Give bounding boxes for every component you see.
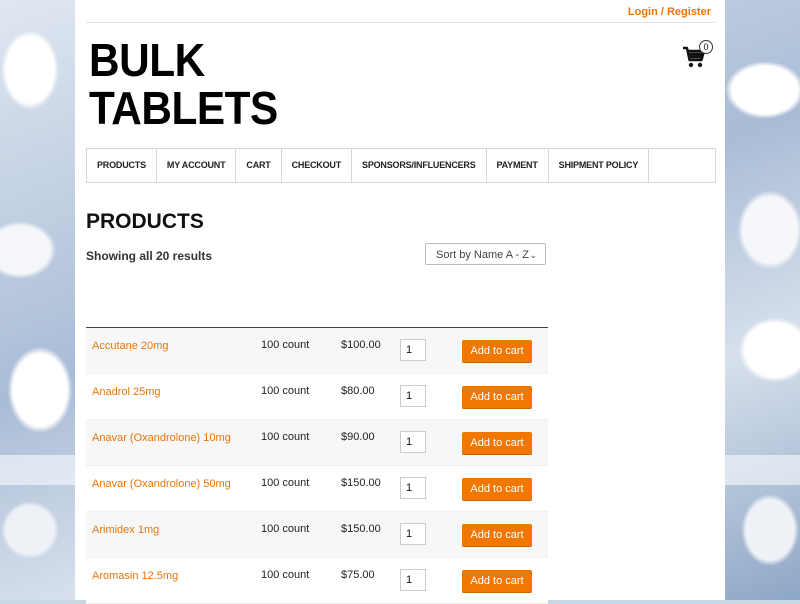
cart-button[interactable]: 0 <box>682 40 713 68</box>
add-to-cart-button[interactable]: Add to cart <box>462 386 532 408</box>
product-price: $150.00 <box>341 523 381 535</box>
product-count: 100 count <box>261 385 310 397</box>
product-name-link[interactable]: Aromasin 12.5mg <box>92 570 178 582</box>
quantity-input[interactable] <box>400 523 426 545</box>
add-to-cart-button[interactable]: Add to cart <box>462 524 532 546</box>
nav-item-my-account[interactable]: MY ACCOUNT <box>157 149 237 182</box>
nav-item-cart[interactable]: CART <box>236 149 282 182</box>
cart-count-badge: 0 <box>699 40 713 54</box>
table-row: Anavar (Oxandrolone) 10mg 100 count $90.… <box>86 420 548 466</box>
nav-item-products[interactable]: PRODUCTS <box>87 149 157 182</box>
logo-line-2: TABLETS <box>89 82 278 134</box>
top-bar: Login / Register <box>86 0 715 23</box>
product-count: 100 count <box>261 569 310 581</box>
logo-line-1: BULK <box>89 34 205 86</box>
product-price: $90.00 <box>341 431 375 443</box>
product-name-link[interactable]: Anavar (Oxandrolone) 50mg <box>92 478 231 490</box>
table-row: Aromasin 12.5mg 100 count $75.00 Add to … <box>86 558 548 604</box>
product-price: $150.00 <box>341 477 381 489</box>
product-table: Accutane 20mg 100 count $100.00 Add to c… <box>86 327 548 604</box>
add-to-cart-button[interactable]: Add to cart <box>462 478 532 500</box>
table-row: Accutane 20mg 100 count $100.00 Add to c… <box>86 328 548 374</box>
chevron-down-icon: ⌄ <box>529 250 537 260</box>
table-row: Arimidex 1mg 100 count $150.00 Add to ca… <box>86 512 548 558</box>
login-register-link[interactable]: Login / Register <box>628 6 711 18</box>
product-price: $100.00 <box>341 339 381 351</box>
result-count: Showing all 20 results <box>86 249 213 263</box>
product-name-link[interactable]: Anadrol 25mg <box>92 386 161 398</box>
page-container: Login / Register BULK TABLETS 0 PRODUCTS… <box>75 0 725 604</box>
product-count: 100 count <box>261 431 310 443</box>
nav-item-shipment-policy[interactable]: SHIPMENT POLICY <box>549 149 650 182</box>
table-row: Anavar (Oxandrolone) 50mg 100 count $150… <box>86 466 548 512</box>
add-to-cart-button[interactable]: Add to cart <box>462 432 532 454</box>
page-title: PRODUCTS <box>86 210 204 233</box>
nav-item-sponsors-influencers[interactable]: SPONSORS/INFLUENCERS <box>352 149 487 182</box>
quantity-input[interactable] <box>400 569 426 591</box>
quantity-input[interactable] <box>400 385 426 407</box>
product-price: $80.00 <box>341 385 375 397</box>
add-to-cart-button[interactable]: Add to cart <box>462 570 532 592</box>
table-row: Anadrol 25mg 100 count $80.00 Add to car… <box>86 374 548 420</box>
sort-selected-value: Sort by Name A - Z <box>436 249 529 261</box>
add-to-cart-button[interactable]: Add to cart <box>462 340 532 362</box>
product-name-link[interactable]: Arimidex 1mg <box>92 524 159 536</box>
nav-item-payment[interactable]: PAYMENT <box>487 149 549 182</box>
product-name-link[interactable]: Accutane 20mg <box>92 340 168 352</box>
quantity-input[interactable] <box>400 477 426 499</box>
sort-dropdown[interactable]: Sort by Name A - Z ⌄ <box>425 243 546 265</box>
product-price: $75.00 <box>341 569 375 581</box>
main-navigation: PRODUCTS MY ACCOUNT CART CHECKOUT SPONSO… <box>86 148 716 183</box>
nav-item-checkout[interactable]: CHECKOUT <box>282 149 353 182</box>
quantity-input[interactable] <box>400 339 426 361</box>
product-name-link[interactable]: Anavar (Oxandrolone) 10mg <box>92 432 231 444</box>
product-count: 100 count <box>261 339 310 351</box>
product-count: 100 count <box>261 523 310 535</box>
product-count: 100 count <box>261 477 310 489</box>
quantity-input[interactable] <box>400 431 426 453</box>
site-logo[interactable]: BULK TABLETS <box>89 34 278 134</box>
